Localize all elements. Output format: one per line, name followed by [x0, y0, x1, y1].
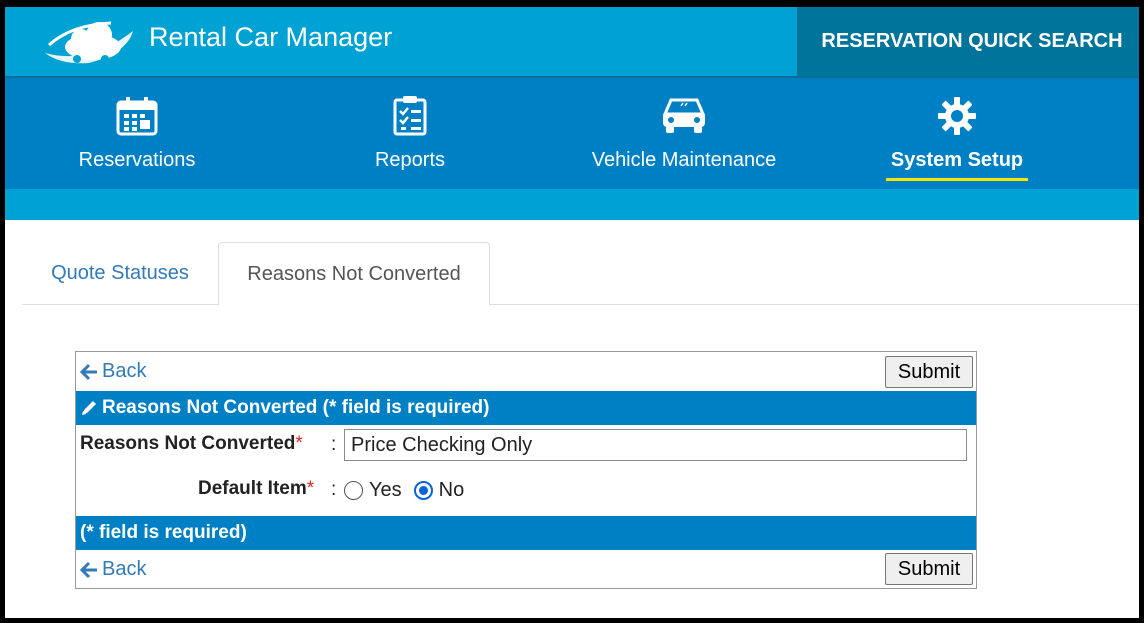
nav-reports[interactable]: Reports: [355, 78, 465, 189]
nav-vehicle-maintenance[interactable]: Vehicle Maintenance: [580, 78, 788, 189]
cloud-car-logo-icon: [45, 21, 133, 64]
active-nav-underline: [886, 178, 1028, 181]
gear-icon: [938, 97, 976, 135]
reason-input[interactable]: [344, 429, 967, 461]
reason-label: Reasons Not Converted*: [80, 433, 303, 455]
nav-label-vehicle-maintenance: Vehicle Maintenance: [591, 149, 777, 171]
edit-form-panel: Back Submit Reasons Not Converted (* fie…: [75, 351, 977, 589]
default-item-required-mark: *: [306, 478, 315, 499]
reason-required-mark: *: [295, 433, 303, 454]
default-item-radio-group: Yes No: [344, 479, 476, 502]
nav-label-reports: Reports: [374, 149, 446, 171]
reason-colon: :: [331, 434, 337, 455]
default-item-yes-label[interactable]: Yes: [369, 479, 402, 502]
nav-reservations[interactable]: Reservations: [60, 78, 214, 189]
top-bar: Rental Car Manager RESERVATION QUICK SEA…: [5, 7, 1139, 76]
default-item-no-label[interactable]: No: [439, 479, 465, 502]
reservation-quick-search-button[interactable]: RESERVATION QUICK SEARCH: [797, 7, 1139, 76]
tab-bar: Quote Statuses Reasons Not Converted: [22, 242, 1139, 306]
calendar-icon: [116, 97, 158, 136]
submit-button-top[interactable]: Submit: [885, 356, 973, 388]
form-header: Reasons Not Converted (* field is requir…: [76, 391, 976, 425]
default-item-colon: :: [331, 479, 337, 500]
form-footer-note: (* field is required): [76, 516, 976, 550]
tab-reasons-not-converted[interactable]: Reasons Not Converted: [218, 242, 490, 306]
nav-label-system-setup: System Setup: [890, 149, 1024, 171]
arrow-left-icon: [80, 363, 97, 380]
subheader-strip: [5, 189, 1139, 220]
form-top-actions: Back Submit: [76, 352, 976, 391]
default-item-yes-radio[interactable]: [344, 481, 363, 500]
app-title: Rental Car Manager: [149, 22, 393, 52]
arrow-left-icon: [80, 561, 97, 578]
footer-note-text: (* field is required): [80, 522, 247, 543]
default-item-label: Default Item*: [198, 478, 314, 500]
nav-label-reservations: Reservations: [78, 149, 196, 171]
form-header-text: Reasons Not Converted (* field is requir…: [102, 397, 490, 418]
app-window: Rental Car Manager RESERVATION QUICK SEA…: [5, 7, 1139, 618]
submit-button-bottom[interactable]: Submit: [885, 553, 973, 585]
back-label: Back: [102, 558, 147, 580]
pencil-icon: [82, 401, 96, 415]
checklist-icon: [393, 96, 427, 136]
nav-system-setup[interactable]: System Setup: [880, 78, 1034, 189]
back-label: Back: [102, 360, 147, 382]
main-nav: Reservations Reports Vehicle Maintenance…: [5, 78, 1139, 189]
reason-label-text: Reasons Not Converted: [80, 433, 296, 454]
back-link-top[interactable]: Back: [80, 360, 146, 383]
tab-quote-statuses[interactable]: Quote Statuses: [22, 242, 218, 305]
back-link-bottom[interactable]: Back: [80, 558, 146, 581]
car-icon: [662, 98, 706, 133]
default-item-label-text: Default Item: [198, 478, 307, 499]
default-item-no-radio[interactable]: [413, 481, 433, 500]
